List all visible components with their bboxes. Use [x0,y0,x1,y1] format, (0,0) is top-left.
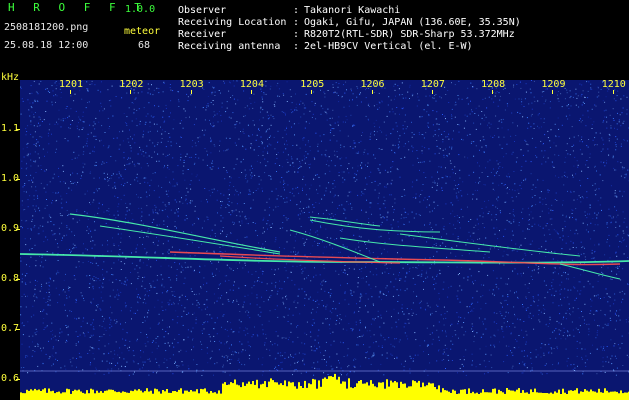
x-tick-mark [431,90,433,94]
receiver-value: R820T2(RTL-SDR) SDR-Sharp 53.372MHz [304,29,515,40]
x-tick-label: 1202 [119,79,144,90]
x-tick-label: 1208 [481,79,506,90]
location-value: Ogaki, Gifu, JAPAN (136.60E, 35.35N) [304,17,521,28]
spectrogram-plot [20,80,629,400]
x-tick-label: 1205 [300,79,325,90]
header-panel: H R O F F T 1.0.0 2508181200.png meteor … [0,0,629,80]
x-tick-mark [70,90,71,94]
x-tick-label: 1203 [179,79,204,90]
x-tick-label: 1209 [541,79,566,90]
y-tick-mark [16,379,20,380]
observer-colon: : [293,5,300,16]
y-tick-mark [16,329,20,330]
x-tick-mark [552,90,554,94]
x-tick-label: 1210 [601,79,626,90]
meteor-label: meteor [124,26,161,37]
location-colon: : [293,17,300,28]
receiver-label: Receiver [178,29,227,40]
x-tick-mark [250,90,252,94]
x-tick-mark [371,90,373,94]
y-tick-mark [16,279,20,280]
x-tick-label: 1207 [420,79,445,90]
x-tick-label: 1204 [239,79,264,90]
y-tick-mark [16,179,20,180]
observer-value: Takanori Kawachi [304,5,401,16]
x-tick-label: 1206 [360,79,385,90]
antenna-colon: : [293,41,300,52]
x-tick-label: 1201 [59,79,84,90]
y-tick-mark [16,229,20,230]
app-version: 1.0.0 [125,4,156,15]
antenna-label: Receiving antenna [178,41,281,52]
receiver-colon: : [293,29,300,40]
x-tick-mark [492,90,494,94]
meteor-count: 68 [138,40,151,51]
observer-label: Observer [178,5,227,16]
location-label: Receiving Location [178,17,287,28]
x-tick-mark [190,90,192,94]
y-axis-unit: kHz [1,72,20,83]
y-tick-mark [16,129,20,130]
x-tick-mark [311,90,313,94]
file-name: 2508181200.png [4,22,89,33]
x-tick-mark [130,90,132,94]
antenna-value: 2el-HB9CV Vertical (el. E-W) [304,41,473,52]
x-tick-mark [612,90,614,94]
date-time: 25.08.18 12:00 [4,40,89,51]
spectrogram [20,80,629,400]
